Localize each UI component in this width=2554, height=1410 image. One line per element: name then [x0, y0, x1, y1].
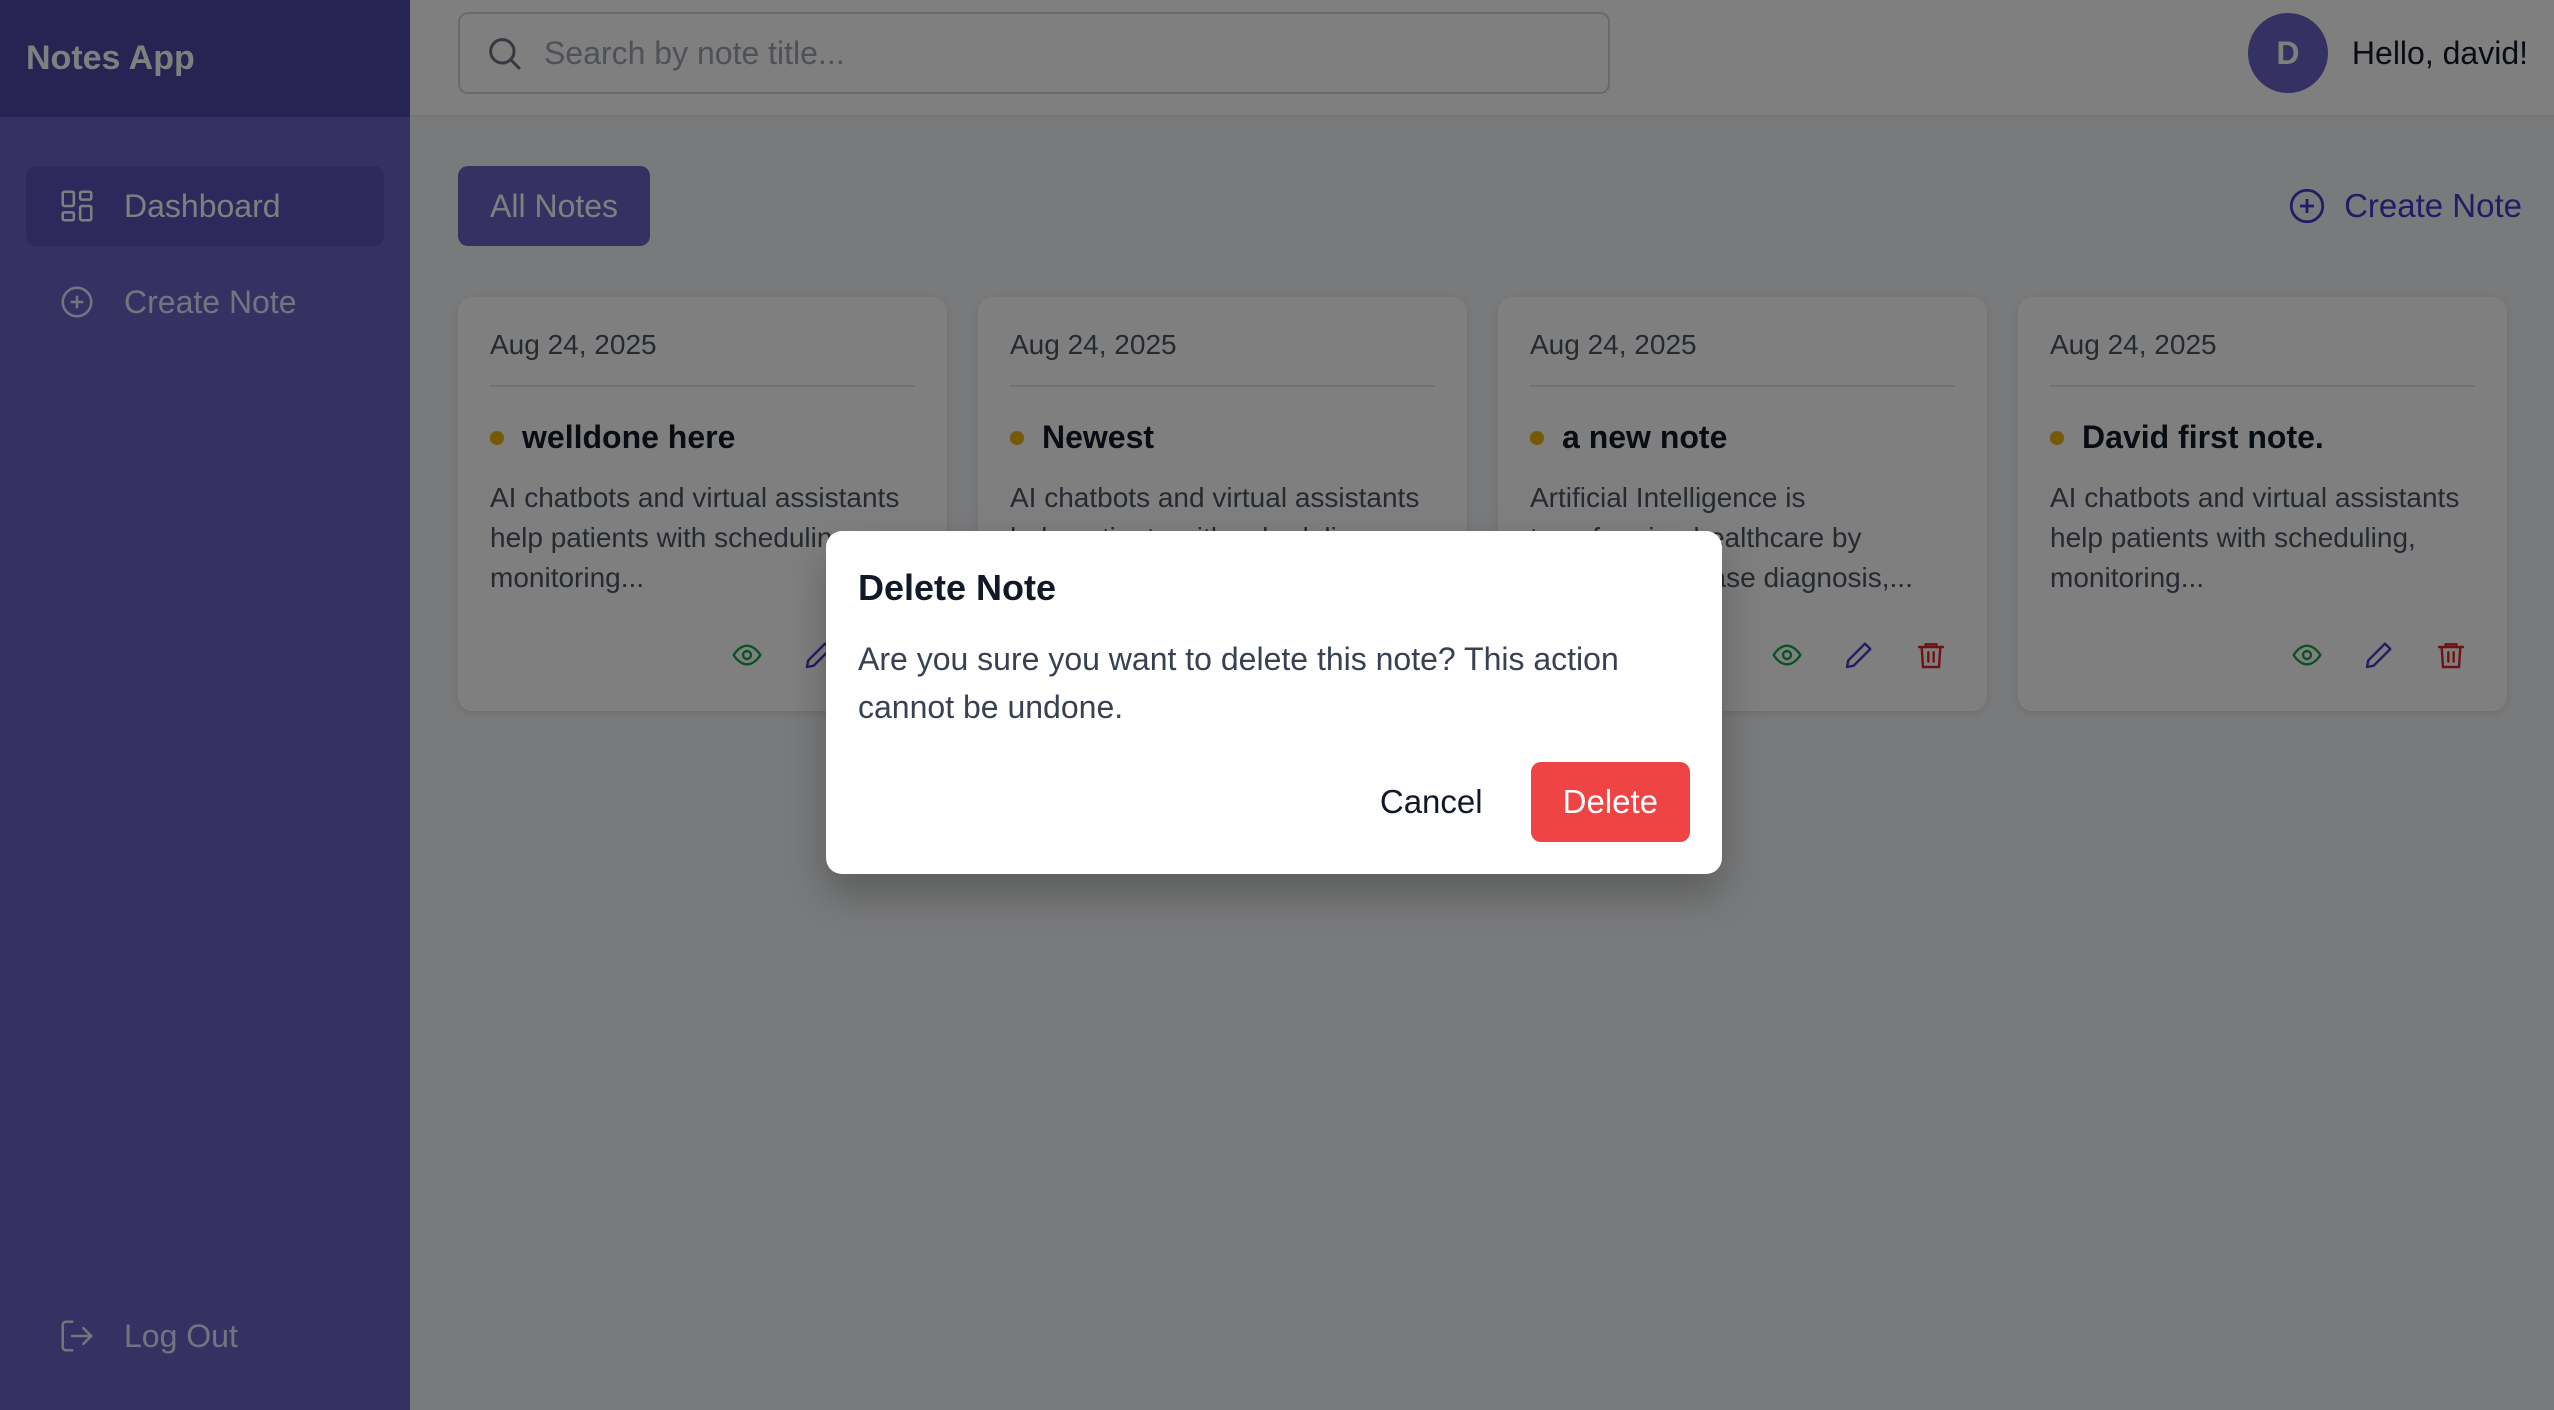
delete-note-dialog: Delete Note Are you sure you want to del…: [826, 531, 1722, 874]
app-root: Notes App Dashboard: [0, 0, 2554, 1410]
dialog-message: Are you sure you want to delete this not…: [858, 641, 1619, 725]
dialog-title: Delete Note: [858, 567, 1057, 608]
delete-button[interactable]: Delete: [1530, 762, 1690, 842]
dialog-actions: Cancel Delete: [1356, 762, 1690, 842]
cancel-button[interactable]: Cancel: [1356, 762, 1507, 842]
